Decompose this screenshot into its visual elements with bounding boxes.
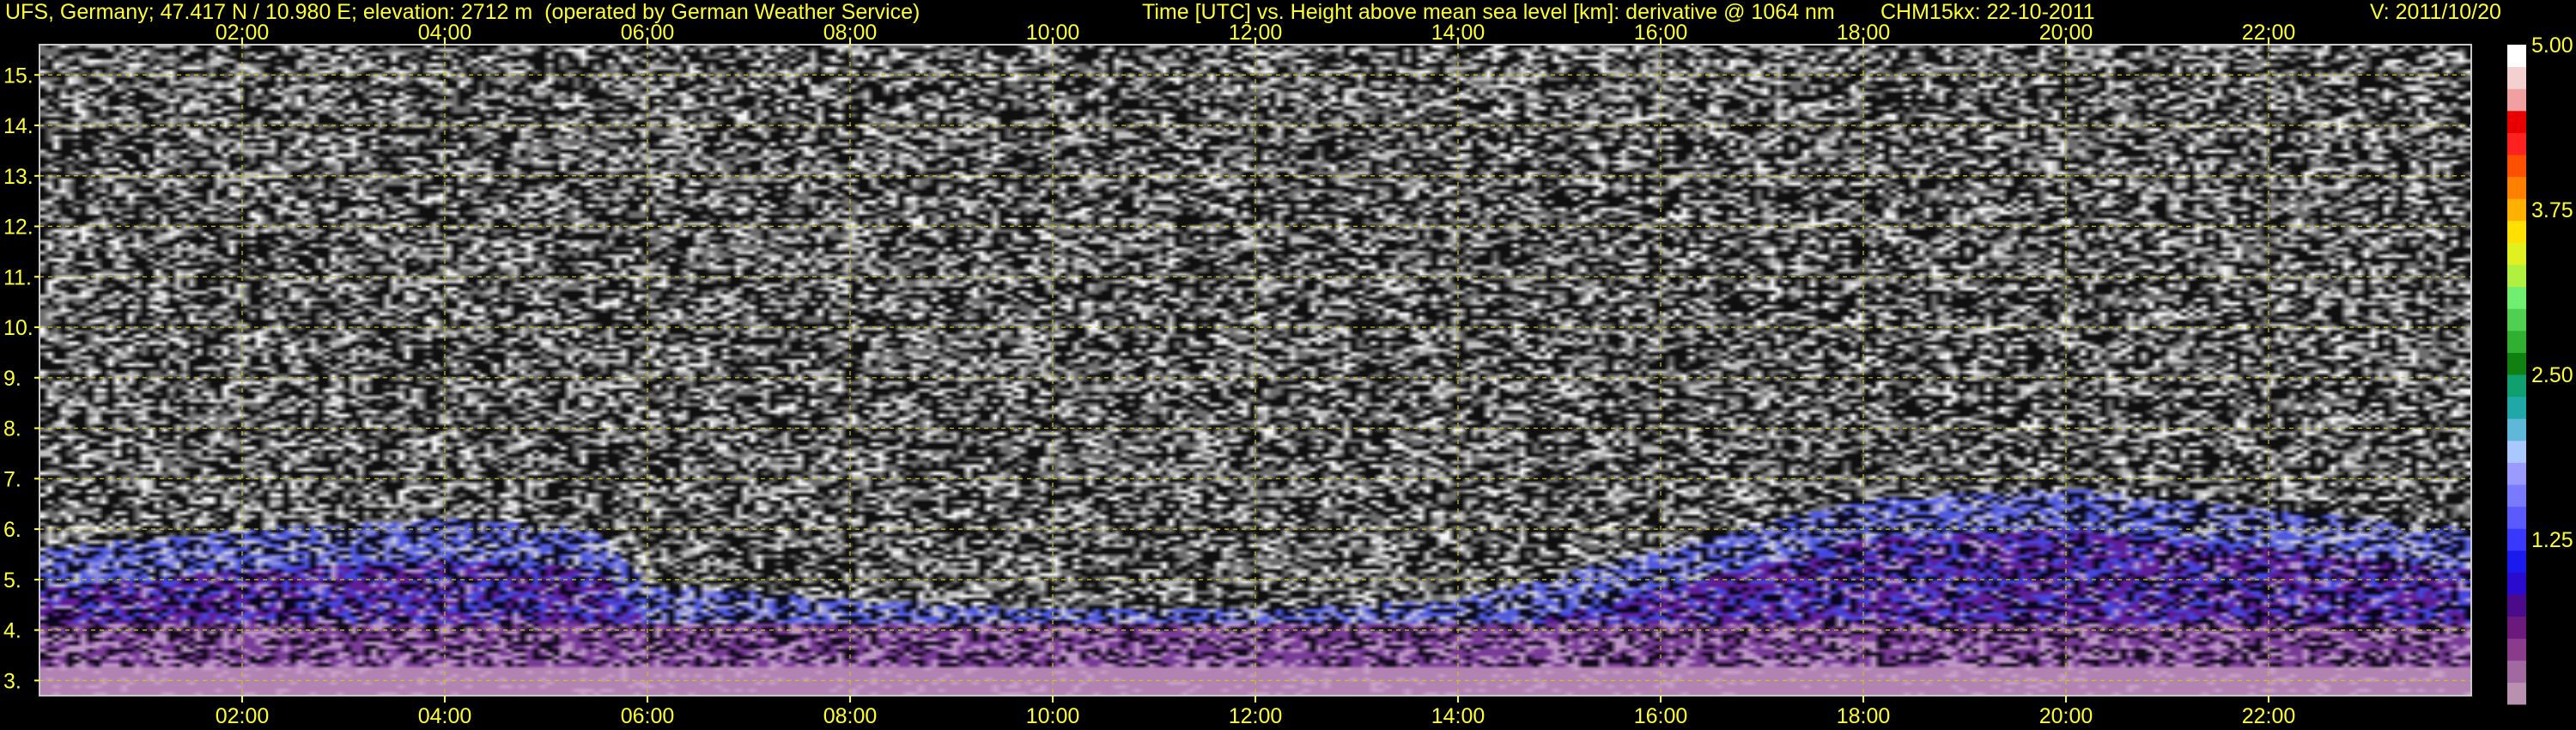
colorbar-tick-label: 3.75 <box>2531 198 2573 222</box>
colorbar-segment <box>2507 374 2526 398</box>
colorbar-segment <box>2507 572 2526 595</box>
colorbar-segment <box>2507 220 2526 243</box>
x-tick-label-top: 12:00 <box>1229 21 1283 45</box>
x-tick-label-top: 08:00 <box>823 21 878 45</box>
colorbar-segment <box>2507 418 2526 441</box>
colorbar-segment <box>2507 132 2526 155</box>
colorbar-tick-label: 2.50 <box>2531 363 2573 387</box>
y-tick-label: 12. <box>3 216 33 240</box>
colorbar-segment <box>2507 176 2526 199</box>
colorbar-segment <box>2507 155 2526 178</box>
x-tick-label-bottom: 16:00 <box>1634 704 1688 728</box>
x-tick-label-top: 20:00 <box>2039 21 2093 45</box>
x-tick-label-top: 02:00 <box>216 21 270 45</box>
colorbar-segment <box>2507 330 2526 353</box>
x-tick-label-bottom: 12:00 <box>1229 704 1283 728</box>
colorbar-segment <box>2507 594 2526 617</box>
x-tick-label-top: 18:00 <box>1837 21 1891 45</box>
colorbar-segment <box>2507 660 2526 683</box>
colorbar-segment <box>2507 242 2526 265</box>
y-tick-label: 3. <box>3 669 21 693</box>
colorbar-segment <box>2507 638 2526 661</box>
x-tick-label-top: 04:00 <box>418 21 472 45</box>
x-tick-label-top: 10:00 <box>1026 21 1080 45</box>
colorbar-segment <box>2507 440 2526 463</box>
colorbar-segment <box>2507 528 2526 551</box>
colorbar-segment <box>2507 682 2526 705</box>
y-tick-label: 4. <box>3 619 21 643</box>
y-tick-label: 15. <box>3 64 33 88</box>
colorbar-segment <box>2507 352 2526 375</box>
y-tick-label: 13. <box>3 165 33 189</box>
colorbar-segment <box>2507 484 2526 508</box>
y-axis: 3. 4. 5. 6. 7. 8. 9. 10. 11. 12. 13. 14. 15. <box>3 64 39 693</box>
colorbar-segment <box>2507 198 2526 222</box>
y-tick-label: 11. <box>3 265 32 289</box>
x-tick-label-bottom: 22:00 <box>2242 704 2296 728</box>
x-tick-label-top: 14:00 <box>1431 21 1485 45</box>
colorbar-segment <box>2507 110 2526 133</box>
y-tick-label: 5. <box>3 569 21 593</box>
x-axis-bottom: 02:00 04:00 06:00 08:00 10:00 12:00 14:00 16:00… <box>216 696 2296 728</box>
y-tick-label: 14. <box>3 114 33 138</box>
colorbar-segment <box>2507 66 2526 89</box>
colorbar-segment <box>2507 286 2526 309</box>
x-tick-label-bottom: 04:00 <box>418 704 472 728</box>
colorbar-segment <box>2507 308 2526 332</box>
y-tick-label: 8. <box>3 417 21 441</box>
colorbar-segment <box>2507 45 2526 68</box>
colorbar-segment <box>2507 506 2526 529</box>
ceilometer-chart: 02:00 04:00 06:00 08:00 10:00 12:00 14:00 16:00… <box>3 21 2573 728</box>
y-tick-label: 10. <box>3 316 33 340</box>
y-tick-label: 7. <box>3 467 21 491</box>
y-tick-label: 6. <box>3 518 21 542</box>
colorbar-segment <box>2507 550 2526 573</box>
x-tick-label-top: 22:00 <box>2242 21 2296 45</box>
colorbar-tick-label: 5.00 <box>2531 33 2573 58</box>
x-tick-label-bottom: 08:00 <box>823 704 878 728</box>
colorbar-segment <box>2507 616 2526 639</box>
colorbar-tick-label: 1.25 <box>2531 528 2573 552</box>
x-tick-label-bottom: 10:00 <box>1026 704 1080 728</box>
colorbar-segment <box>2507 396 2526 419</box>
x-tick-label-bottom: 20:00 <box>2039 704 2093 728</box>
x-tick-label-top: 16:00 <box>1634 21 1688 45</box>
colorbar-segment <box>2507 462 2526 485</box>
x-tick-label-bottom: 02:00 <box>216 704 270 728</box>
colorbar-segment <box>2507 88 2526 112</box>
y-tick-label: 9. <box>3 367 21 391</box>
x-axis-top: 02:00 04:00 06:00 08:00 10:00 12:00 14:00 16:00… <box>216 21 2296 45</box>
colorbar-labels: 1.25 2.50 3.75 5.00 <box>2531 33 2573 552</box>
colorbar-segment <box>2507 265 2526 288</box>
x-tick-label-bottom: 06:00 <box>621 704 675 728</box>
colorbar <box>2507 45 2526 705</box>
x-tick-label-bottom: 14:00 <box>1431 704 1485 728</box>
x-tick-label-bottom: 18:00 <box>1837 704 1891 728</box>
x-tick-label-top: 06:00 <box>621 21 675 45</box>
